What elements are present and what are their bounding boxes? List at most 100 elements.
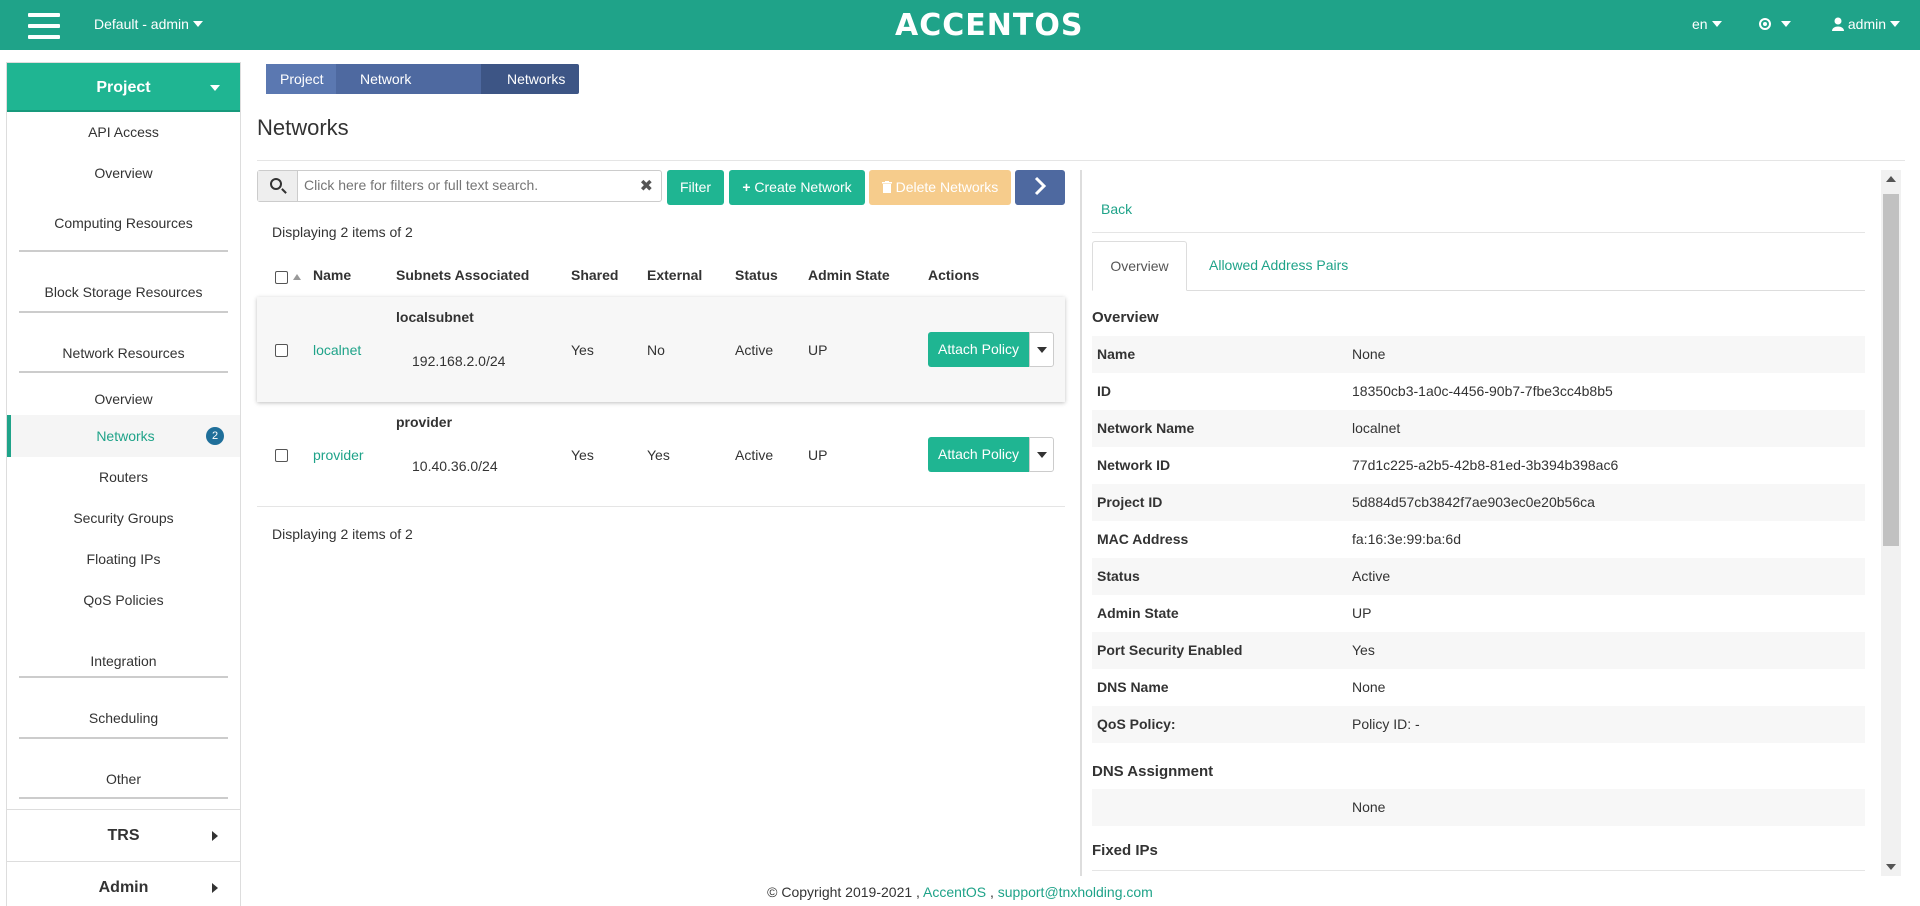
fixed-ips-title: Fixed IPs [1092, 842, 1158, 859]
sidebar-group-integration[interactable]: Integration [19, 621, 228, 678]
search-input[interactable] [304, 177, 624, 193]
sidebar-group-label: Network Resources [62, 345, 185, 361]
network-id-link[interactable]: 77d1c225-a2b5-42b8-81ed-3b394b398ac6 [1352, 447, 1618, 484]
tabs-baseline [1092, 290, 1865, 291]
chevron-down-icon [1711, 21, 1722, 27]
sidebar-group-scheduling[interactable]: Scheduling [19, 678, 228, 739]
sidebar-group-network-resources[interactable]: Network Resources [19, 313, 228, 373]
sidebar: Project API Access Overview Computing Re… [6, 62, 241, 906]
subnet-cidr: 192.168.2.0/24 [412, 353, 506, 369]
property-label: MAC Address [1097, 531, 1189, 547]
property-row: ID 18350cb3-1a0c-4456-90b7-7fbe3cc4b8b5 [1092, 373, 1865, 410]
tab-overview[interactable]: Overview [1092, 241, 1187, 291]
sidebar-item-floating-ips[interactable]: Floating IPs [7, 539, 240, 580]
column-header-admin-state: Admin State [808, 267, 890, 283]
collapse-panel-button[interactable] [1015, 170, 1065, 205]
chevron-down-icon [210, 85, 220, 91]
search-box: ✖ [257, 170, 662, 202]
gear-icon [1759, 18, 1771, 30]
attach-policy-button[interactable]: Attach Policy [928, 437, 1029, 472]
row-checkbox[interactable] [275, 344, 288, 357]
count-badge: 2 [206, 427, 224, 445]
property-label: Network Name [1097, 420, 1195, 436]
sidebar-item-qos-policies[interactable]: QoS Policies [7, 580, 240, 621]
detail-scrollbar[interactable] [1881, 170, 1901, 876]
sidebar-group-computing[interactable]: Computing Resources [19, 194, 228, 252]
sidebar-group-label: Computing Resources [54, 215, 193, 232]
attach-policy-button[interactable]: Attach Policy [928, 332, 1029, 367]
footer: © Copyright 2019-2021 , AccentOS , suppo… [0, 884, 1920, 900]
sidebar-group-block-storage[interactable]: Block Storage Resources [19, 252, 228, 313]
settings-menu[interactable] [1757, 16, 1791, 32]
scroll-thumb[interactable] [1883, 194, 1899, 546]
brand-link[interactable]: AccentOS [923, 884, 986, 900]
project-switcher[interactable]: Default - admin [94, 16, 203, 32]
sidebar-project-header[interactable]: Project [7, 63, 240, 112]
sidebar-group-label: Integration [90, 653, 157, 669]
select-all-checkbox[interactable] [275, 271, 288, 284]
network-name-link[interactable]: provider [313, 447, 364, 463]
sidebar-item-security-groups[interactable]: Security Groups [7, 498, 240, 539]
property-row: None [1092, 789, 1865, 826]
filter-button[interactable]: Filter [667, 170, 724, 205]
sidebar-item-api-access[interactable]: API Access [7, 112, 240, 153]
chevron-down-icon [1037, 347, 1047, 353]
search-icon [270, 178, 282, 190]
support-email-link[interactable]: support@tnxholding.com [998, 884, 1153, 900]
row-actions-dropdown[interactable] [1029, 332, 1054, 367]
admin-state-value: UP [808, 342, 828, 358]
section-divider [1092, 870, 1865, 871]
back-link[interactable]: Back [1101, 201, 1132, 217]
copyright-text: © Copyright 2019-2021 , [767, 884, 920, 900]
project-switcher-label: Default - admin [94, 16, 189, 32]
shared-value: Yes [571, 447, 594, 463]
clear-icon[interactable]: ✖ [640, 176, 653, 196]
user-menu[interactable]: admin [1832, 16, 1901, 32]
sidebar-group-label: Block Storage Resources [44, 284, 203, 300]
logo: ACCENTOS [895, 8, 1084, 43]
external-value: No [647, 342, 665, 358]
property-value: None [1352, 799, 1386, 815]
scroll-down-icon[interactable] [1886, 864, 1896, 870]
row-actions-dropdown[interactable] [1029, 437, 1054, 472]
menu-toggle-icon[interactable] [28, 13, 60, 39]
breadcrumb-label: Project [280, 71, 324, 87]
scroll-up-icon[interactable] [1886, 176, 1896, 182]
property-value: Active [1352, 568, 1391, 584]
delete-networks-button[interactable]: Delete Networks [869, 170, 1011, 205]
row-checkbox[interactable] [275, 449, 288, 462]
status-value: Active [735, 447, 774, 463]
admin-state-value: UP [808, 447, 828, 463]
overview-section-title: Overview [1092, 309, 1159, 326]
property-row: Network ID 77d1c225-a2b5-42b8-81ed-3b394b… [1092, 447, 1865, 484]
breadcrumb-item-project[interactable]: Project [266, 64, 337, 94]
sidebar-item-overview[interactable]: Overview [7, 153, 240, 194]
network-name-link[interactable]: localnet [313, 342, 361, 358]
sidebar-section-trs[interactable]: TRS [7, 809, 240, 861]
sidebar-group-label: Other [105, 771, 141, 787]
sidebar-group-other[interactable]: Other [19, 739, 228, 799]
plus-icon: + [742, 179, 751, 195]
sidebar-group-label: Scheduling [88, 710, 159, 726]
property-value: Policy ID: - [1352, 716, 1420, 732]
column-header-name[interactable]: Name [313, 267, 351, 283]
tab-allowed-address-pairs[interactable]: Allowed Address Pairs [1209, 257, 1348, 273]
subnet-name: localsubnet [396, 309, 474, 325]
external-value: Yes [647, 447, 670, 463]
top-navbar: Default - admin ACCENTOS en admin [0, 0, 1920, 50]
property-value: 18350cb3-1a0c-4456-90b7-7fbe3cc4b8b5 [1352, 383, 1613, 399]
property-label: Admin State [1097, 605, 1179, 621]
language-selector[interactable]: en [1692, 16, 1722, 32]
create-network-button[interactable]: + Create Network [729, 170, 865, 205]
property-row: DNS Name None [1092, 669, 1865, 706]
sidebar-item-routers[interactable]: Routers [7, 457, 240, 498]
breadcrumb-item-network-resources[interactable]: Network Resources [336, 64, 482, 117]
sidebar-item-net-overview[interactable]: Overview [7, 373, 240, 415]
trash-icon [881, 181, 892, 193]
sidebar-item-label: Floating IPs [86, 551, 161, 567]
property-value: Yes [1352, 642, 1375, 658]
back-divider [1092, 232, 1865, 233]
language-label: en [1692, 16, 1708, 32]
sidebar-item-networks[interactable]: Networks 2 [7, 415, 240, 457]
sort-up-icon[interactable] [293, 274, 301, 280]
